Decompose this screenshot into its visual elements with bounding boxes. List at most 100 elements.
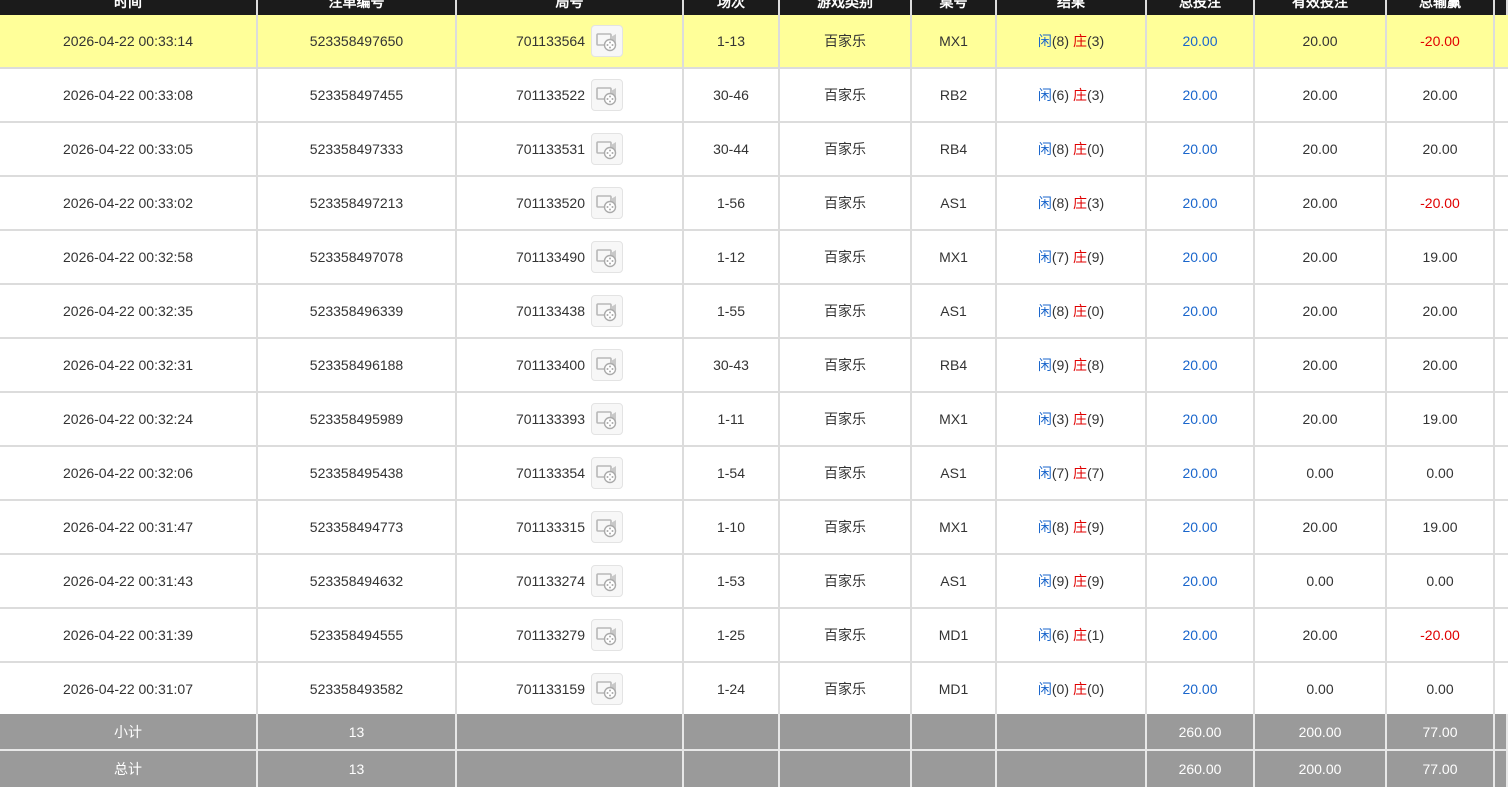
table-row[interactable]: 2026-04-22 00:31:39 523358494555 701133279… bbox=[0, 609, 1508, 663]
header-time: 时间 bbox=[0, 0, 258, 15]
game-type: 百家乐 bbox=[824, 681, 866, 697]
table-row[interactable]: 2026-04-22 00:33:02 523358497213 701133520… bbox=[0, 177, 1508, 231]
table-row[interactable]: 2026-04-22 00:32:35 523358496339 701133438… bbox=[0, 285, 1508, 339]
footer-total-bet: 260.00 bbox=[1147, 751, 1255, 787]
table-row[interactable]: 2026-04-22 00:33:14 523358497650 701133564… bbox=[0, 15, 1508, 69]
cell-game-type: 百家乐 bbox=[780, 123, 912, 175]
player-label: 闲 bbox=[1037, 627, 1052, 643]
video-replay-button[interactable] bbox=[591, 565, 624, 597]
game-type: 百家乐 bbox=[824, 573, 866, 589]
table-code: AS1 bbox=[940, 573, 967, 589]
total-bet-value: 20.00 bbox=[1182, 303, 1218, 319]
total-bet-value: 20.00 bbox=[1182, 627, 1218, 643]
banker-score: (3) bbox=[1087, 87, 1105, 103]
table-code: MD1 bbox=[938, 681, 969, 697]
player-label: 闲 bbox=[1037, 249, 1052, 265]
header-label: 局号 bbox=[555, 0, 584, 10]
cell-table: AS1 bbox=[912, 285, 997, 337]
cell-table: MX1 bbox=[912, 231, 997, 283]
player-label: 闲 bbox=[1037, 573, 1052, 589]
shoe-number: 1-25 bbox=[716, 627, 746, 643]
player-label: 闲 bbox=[1037, 33, 1052, 49]
cell-win-loss: 20.00 bbox=[1387, 285, 1495, 337]
video-replay-button[interactable] bbox=[591, 79, 624, 111]
table-row[interactable]: 2026-04-22 00:31:47 523358494773 701133315… bbox=[0, 501, 1508, 555]
video-replay-button[interactable] bbox=[591, 403, 624, 435]
video-replay-button[interactable] bbox=[591, 619, 624, 651]
cell-time: 2026-04-22 00:33:05 bbox=[0, 123, 258, 175]
footer-extra bbox=[1495, 714, 1508, 749]
video-replay-button[interactable] bbox=[591, 295, 624, 327]
video-replay-button[interactable] bbox=[591, 133, 624, 165]
table-row[interactable]: 2026-04-22 00:32:24 523358495989 701133393… bbox=[0, 393, 1508, 447]
cell-win-loss: -20.00 bbox=[1387, 15, 1495, 67]
player-score: (6) bbox=[1051, 627, 1069, 643]
round-number: 701133520 bbox=[515, 195, 586, 211]
valid-bet-value: 20.00 bbox=[1302, 87, 1338, 103]
bet-time: 2026-04-22 00:31:07 bbox=[63, 681, 193, 697]
cell-table: MD1 bbox=[912, 663, 997, 715]
cell-win-loss: 19.00 bbox=[1387, 501, 1495, 553]
banker-label: 庄 bbox=[1073, 411, 1087, 427]
cell-time: 2026-04-22 00:32:06 bbox=[0, 447, 258, 499]
order-number: 523358494555 bbox=[309, 627, 404, 643]
cell-shoe: 1-25 bbox=[684, 609, 780, 661]
bet-time: 2026-04-22 00:33:08 bbox=[63, 87, 193, 103]
cell-result: 闲 (7) 庄 (7) bbox=[997, 447, 1147, 499]
cell-order-no: 523358495438 bbox=[258, 447, 457, 499]
footer-count: 13 bbox=[258, 751, 457, 787]
video-replay-button[interactable] bbox=[591, 457, 624, 489]
cell-extra bbox=[1495, 501, 1508, 553]
footer-valid-bet: 200.00 bbox=[1255, 751, 1387, 787]
video-replay-button[interactable] bbox=[591, 349, 624, 381]
order-number: 523358497333 bbox=[309, 141, 404, 157]
cell-game-type: 百家乐 bbox=[780, 555, 912, 607]
total-bet-value: 20.00 bbox=[1182, 573, 1218, 589]
cell-total-bet: 20.00 bbox=[1147, 663, 1255, 715]
video-replay-button[interactable] bbox=[591, 187, 624, 219]
win-loss-value: 0.00 bbox=[1426, 573, 1454, 589]
video-replay-button[interactable] bbox=[591, 673, 624, 705]
win-loss-value: 0.00 bbox=[1426, 465, 1454, 481]
cell-game-type: 百家乐 bbox=[780, 663, 912, 715]
cell-total-bet: 20.00 bbox=[1147, 123, 1255, 175]
header-round-no: 局号 bbox=[457, 0, 684, 15]
table-row[interactable]: 2026-04-22 00:31:07 523358493582 701133159… bbox=[0, 663, 1508, 717]
cell-shoe: 30-43 bbox=[684, 339, 780, 391]
cell-valid-bet: 20.00 bbox=[1255, 339, 1387, 391]
video-replay-button[interactable] bbox=[591, 511, 624, 543]
table-code: AS1 bbox=[940, 303, 967, 319]
table-row[interactable]: 2026-04-22 00:33:08 523358497455 701133522… bbox=[0, 69, 1508, 123]
cell-round-no: 701133400 bbox=[457, 339, 684, 391]
footer-empty bbox=[684, 751, 780, 787]
cell-game-type: 百家乐 bbox=[780, 447, 912, 499]
cell-extra bbox=[1495, 177, 1508, 229]
order-number: 523358494632 bbox=[309, 573, 404, 589]
cell-total-bet: 20.00 bbox=[1147, 501, 1255, 553]
table-row[interactable]: 2026-04-22 00:33:05 523358497333 701133531… bbox=[0, 123, 1508, 177]
table-row[interactable]: 2026-04-22 00:32:58 523358497078 701133490… bbox=[0, 231, 1508, 285]
table-row[interactable]: 2026-04-22 00:32:31 523358496188 701133400… bbox=[0, 339, 1508, 393]
total-bet-value: 20.00 bbox=[1182, 357, 1218, 373]
table-row[interactable]: 2026-04-22 00:31:43 523358494632 701133274… bbox=[0, 555, 1508, 609]
video-replay-button[interactable] bbox=[591, 25, 624, 57]
player-label: 闲 bbox=[1037, 465, 1052, 481]
cell-extra bbox=[1495, 393, 1508, 445]
shoe-number: 1-10 bbox=[716, 519, 746, 535]
cell-time: 2026-04-22 00:31:39 bbox=[0, 609, 258, 661]
cell-extra bbox=[1495, 285, 1508, 337]
cell-valid-bet: 0.00 bbox=[1255, 663, 1387, 715]
cell-extra bbox=[1495, 447, 1508, 499]
player-score: (9) bbox=[1051, 573, 1069, 589]
table-row[interactable]: 2026-04-22 00:32:06 523358495438 701133354… bbox=[0, 447, 1508, 501]
cell-extra bbox=[1495, 339, 1508, 391]
banker-label: 庄 bbox=[1073, 141, 1087, 157]
cell-shoe: 30-44 bbox=[684, 123, 780, 175]
cell-game-type: 百家乐 bbox=[780, 177, 912, 229]
footer-empty bbox=[912, 751, 997, 787]
subtotal-label: 小计 bbox=[114, 723, 142, 740]
cell-shoe: 1-56 bbox=[684, 177, 780, 229]
banker-label: 庄 bbox=[1073, 249, 1087, 265]
shoe-number: 30-46 bbox=[713, 87, 749, 103]
video-replay-button[interactable] bbox=[591, 241, 624, 273]
